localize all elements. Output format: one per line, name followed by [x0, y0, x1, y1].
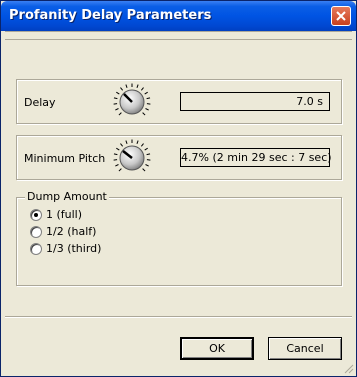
minimum-pitch-group: Minimum Pitch 4.7% (2 min 29 sec : 7 sec… [16, 135, 342, 180]
knob-tick [146, 97, 151, 100]
knob-tick [115, 164, 119, 167]
delay-group: Delay 7.0 s [16, 79, 342, 124]
close-icon [336, 11, 346, 21]
knob-tick [125, 84, 128, 89]
button-separator [5, 316, 352, 318]
knob-tick [118, 168, 122, 172]
radio-label[interactable]: 1 (full) [46, 208, 82, 221]
delay-knob[interactable] [112, 82, 152, 122]
knob-tick [115, 108, 119, 111]
knob-tick [142, 112, 146, 116]
knob-tick [145, 108, 149, 111]
knob-tick [136, 140, 139, 145]
delay-label: Delay [24, 96, 56, 109]
knob-tick [140, 87, 144, 91]
knob-tick [118, 112, 122, 116]
dialog-window: Profanity Delay Parameters Delay 7.0 s M… [0, 0, 357, 377]
radio-button[interactable] [30, 209, 42, 221]
knob-tick [120, 87, 124, 91]
header-strip [5, 31, 352, 40]
knob-tick [145, 164, 149, 167]
knob-tick [116, 91, 120, 95]
knob-tick [120, 143, 124, 147]
knob-tick [113, 153, 118, 156]
minimum-pitch-readout: 4.7% (2 min 29 sec : 7 sec) [180, 148, 332, 167]
radio-label[interactable]: 1/3 (third) [46, 242, 101, 255]
knob-tick [140, 143, 144, 147]
dump-amount-group: Dump Amount 1 (full) 1/2 (half) 1/3 (thi… [16, 190, 342, 286]
ok-button[interactable]: OK [180, 337, 254, 360]
knob-tick [136, 84, 139, 89]
window-title: Profanity Delay Parameters [9, 8, 212, 23]
close-button[interactable] [331, 6, 351, 26]
knob-tick [116, 147, 120, 151]
resize-grip-icon[interactable] [342, 362, 354, 374]
dump-amount-legend: Dump Amount [25, 190, 109, 203]
knob-tick [144, 91, 148, 95]
knob-tick [146, 153, 151, 156]
radio-button[interactable] [30, 243, 42, 255]
knob-tick [142, 168, 146, 172]
cancel-button[interactable]: Cancel [268, 337, 342, 360]
dialog-content: Delay 7.0 s Minimum Pitch 4.7% (2 min 29… [5, 31, 352, 374]
knob-tick [125, 140, 128, 145]
knob-tick [144, 147, 148, 151]
title-bar[interactable]: Profanity Delay Parameters [1, 1, 356, 31]
radio-label[interactable]: 1/2 (half) [46, 225, 96, 238]
knob-tick [113, 97, 118, 100]
minimum-pitch-knob[interactable] [112, 138, 152, 178]
delay-readout: 7.0 s [180, 92, 330, 111]
minimum-pitch-label: Minimum Pitch [24, 152, 106, 165]
radio-button[interactable] [30, 226, 42, 238]
